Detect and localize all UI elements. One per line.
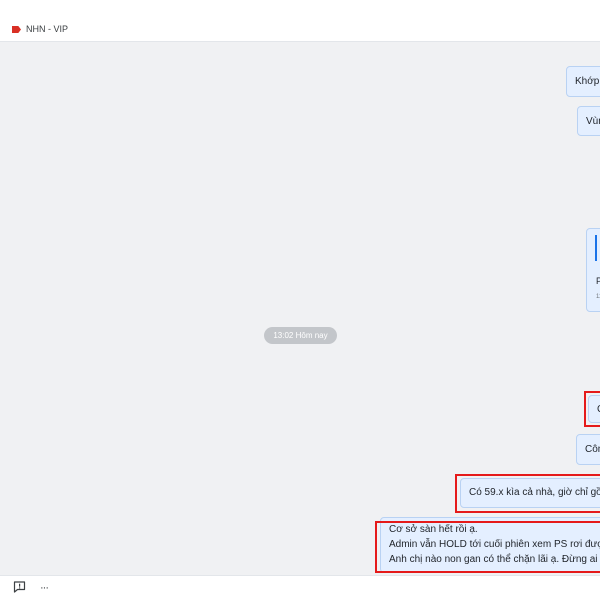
chat-footer: ··· [0, 575, 600, 600]
chat-header: NHN - VIP [0, 0, 600, 42]
chat-app: NHN - VIP 13:02 Hôm nay Khớp : Vùn P 11 … [0, 0, 600, 600]
message-line: Anh chị nào non gan có thể chặn lãi ạ. Đ… [389, 554, 600, 565]
message-line: Cơ sở sàn hết rồi ạ. [389, 524, 478, 535]
message-bubble[interactable]: Cơ sở sàn hết rồi ạ. Admin vẫn HOLD tới … [380, 517, 600, 573]
chat-title[interactable]: NHN - VIP [26, 24, 68, 35]
message-card[interactable]: P 11 [586, 228, 600, 312]
more-options-icon[interactable]: ··· [40, 582, 52, 594]
card-text: P [596, 276, 600, 286]
time-divider: 13:02 Hôm nay [264, 327, 337, 344]
message-bubble[interactable]: Vùn [577, 106, 600, 136]
message-bubble[interactable]: Khớp : [566, 66, 600, 97]
message-bubble[interactable]: C [588, 395, 600, 423]
label-tag-icon [12, 26, 21, 33]
message-list[interactable]: 13:02 Hôm nay Khớp : Vùn P 11 C Côn Có 5… [0, 42, 600, 575]
message-text: Vùn [586, 116, 600, 127]
message-text: Côn [585, 444, 600, 455]
card-accent-bar [595, 235, 597, 261]
message-line: Admin vẫn HOLD tới cuối phiên xem PS rơi… [389, 539, 600, 550]
message-text: Có 59.x kìa cả nhà, giờ chỉ gồng [469, 487, 600, 498]
card-time: 11 [596, 294, 600, 300]
feedback-icon[interactable] [13, 581, 26, 593]
message-bubble[interactable]: Có 59.x kìa cả nhà, giờ chỉ gồng [460, 478, 600, 508]
message-text: Khớp : [575, 76, 600, 87]
message-bubble[interactable]: Côn [576, 434, 600, 465]
